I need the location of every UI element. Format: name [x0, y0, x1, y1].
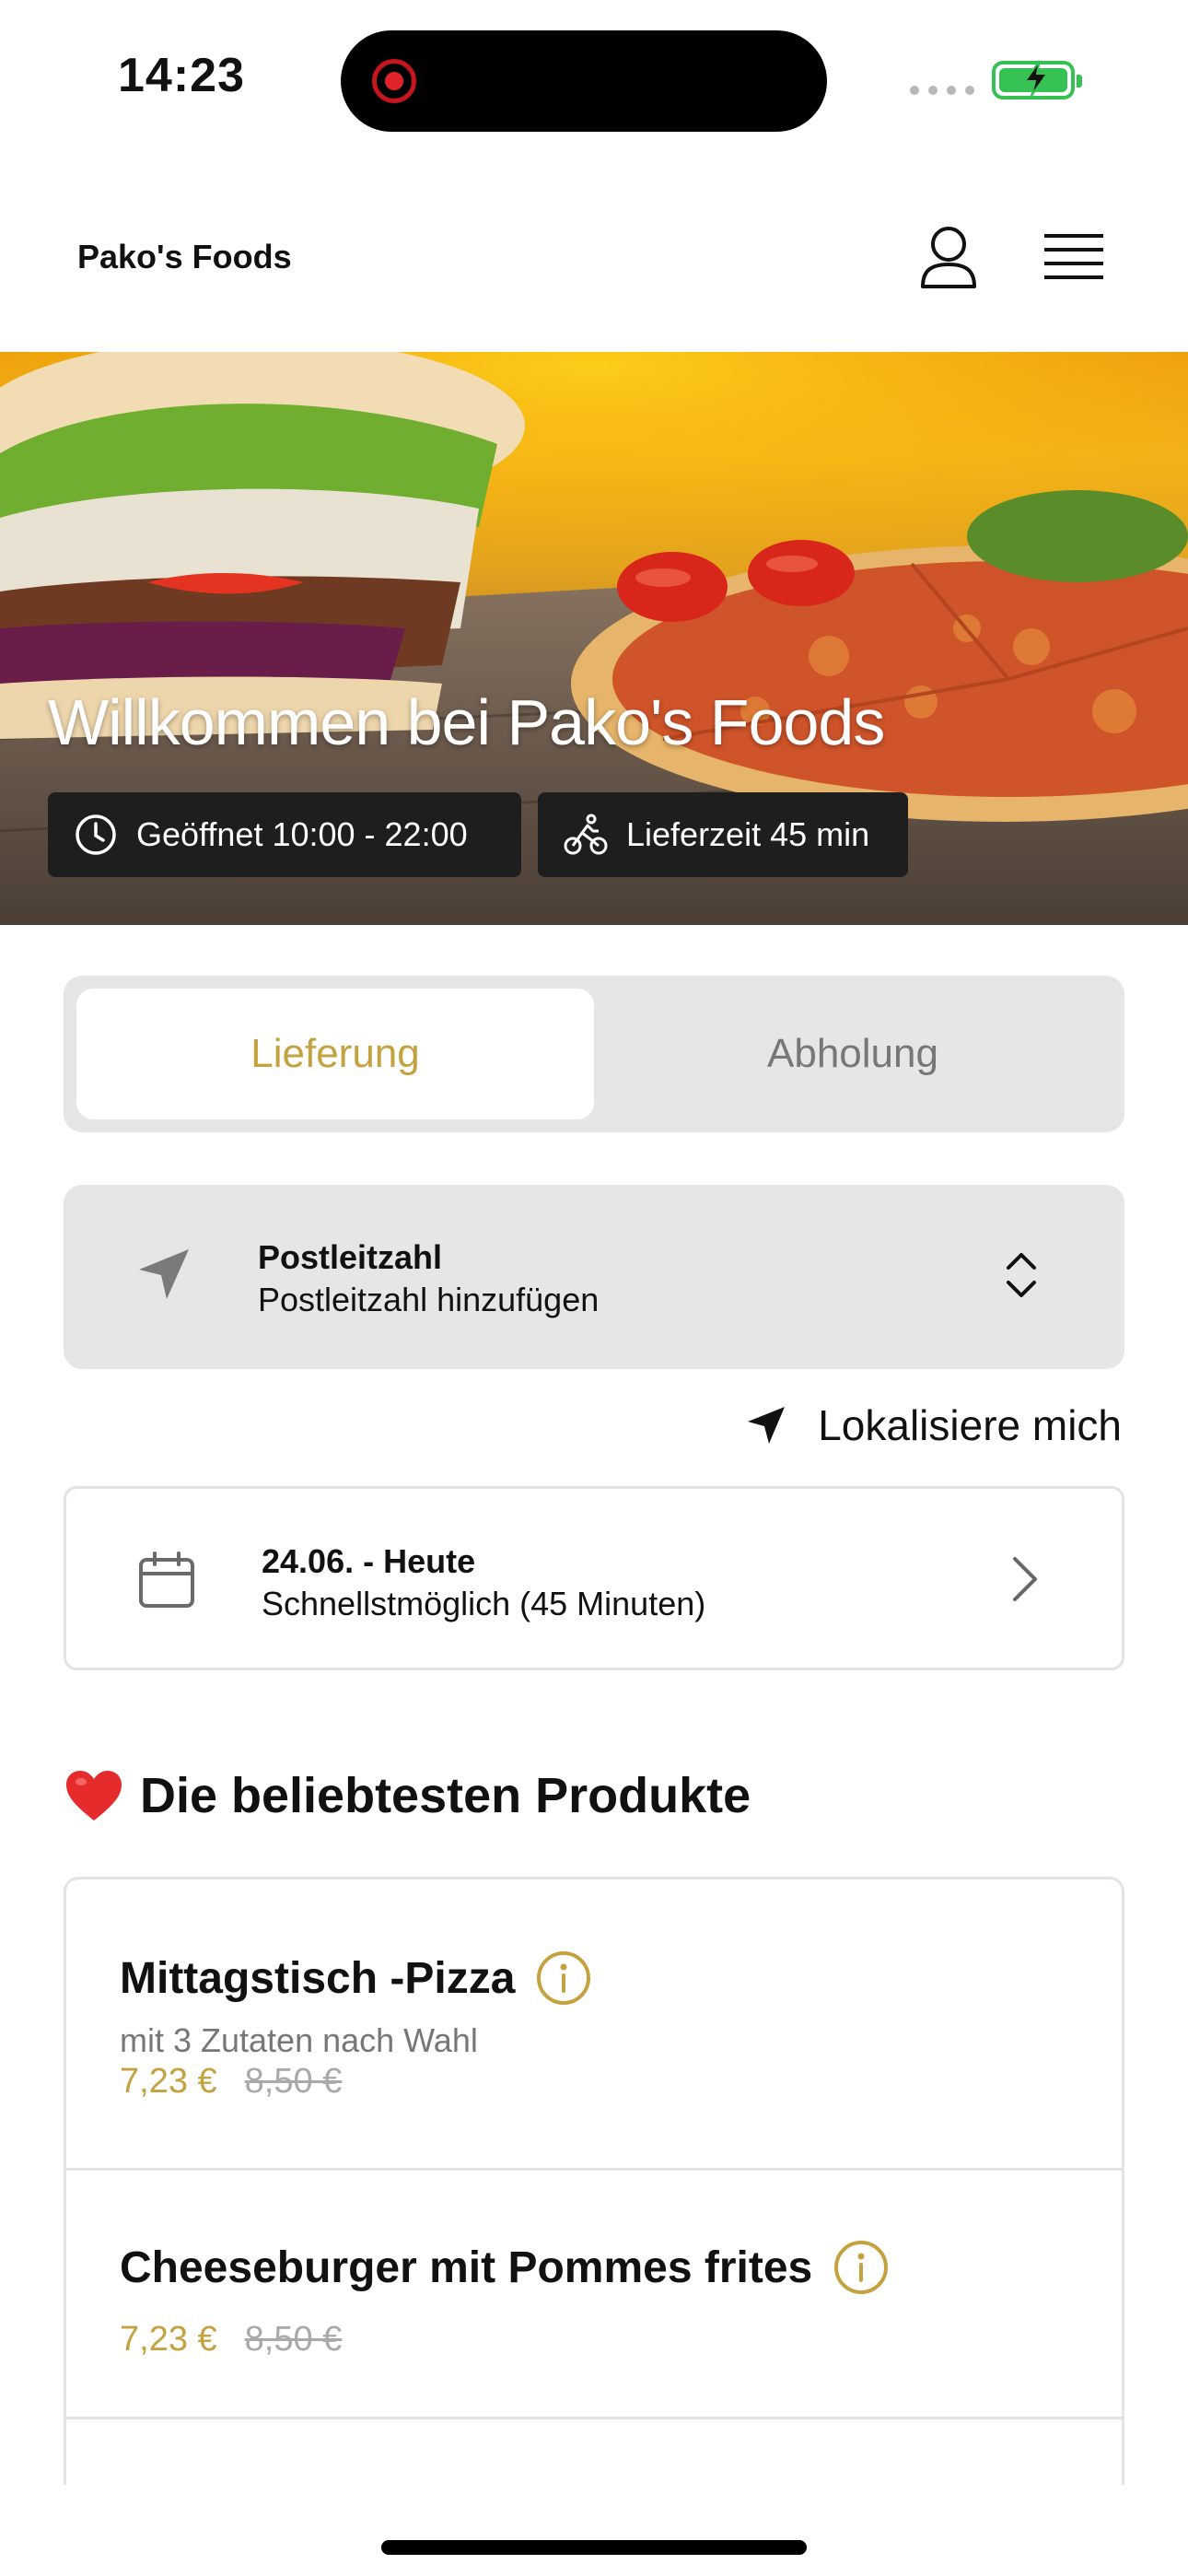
delivery-time-badge: Lieferzeit 45 min	[538, 792, 908, 877]
brand-name: Pako's Foods	[77, 238, 292, 275]
section-title-text: Die beliebtesten Produkte	[140, 1768, 751, 1823]
calendar-icon	[139, 1551, 194, 1608]
product-name: Mittagstisch -Pizza	[120, 1953, 516, 2003]
heart-icon	[66, 1771, 122, 1821]
dynamic-island	[341, 30, 827, 132]
product-price: 7,23 €	[120, 2320, 217, 2359]
location-arrow-icon	[139, 1249, 189, 1299]
date-selector[interactable]: 24.06. - Heute Schnellstmöglich (45 Minu…	[64, 1486, 1124, 1670]
product-item[interactable]: Mittagstisch -Pizza mit 3 Zutaten nach W…	[66, 1879, 1122, 2171]
user-icon	[921, 227, 976, 288]
product-old-price: 8,50 €	[244, 2320, 343, 2359]
info-icon[interactable]	[535, 1950, 592, 2007]
cyclist-icon	[564, 814, 608, 855]
product-name: Cheeseburger mit Pommes frites	[120, 2242, 813, 2292]
section-title: Die beliebtesten Produkte	[64, 1767, 751, 1824]
product-description: mit 3 Zutaten nach Wahl	[120, 2021, 478, 2059]
app-screen: 14:23 Pako's Foods Willkommen bei Pako's…	[0, 0, 1188, 2576]
menu-button[interactable]	[1042, 230, 1105, 284]
postcode-selector[interactable]: Postleitzahl Postleitzahl hinzufügen	[64, 1185, 1124, 1369]
location-arrow-icon	[748, 1407, 786, 1444]
home-indicator[interactable]	[381, 2540, 807, 2555]
product-price: 7,23 €	[120, 2062, 217, 2101]
clock-icon	[76, 814, 116, 855]
opening-hours-badge: Geöffnet 10:00 - 22:00	[48, 792, 521, 877]
locate-me-button[interactable]: Lokalisiere mich	[746, 1400, 1122, 1450]
locate-me-label: Lokalisiere mich	[818, 1401, 1122, 1449]
status-time: 14:23	[118, 49, 245, 102]
tab-delivery[interactable]: Lieferung	[76, 989, 594, 1119]
chevron-up-down-icon	[1007, 1253, 1036, 1297]
tab-pickup[interactable]: Abholung	[594, 989, 1112, 1119]
product-item[interactable]: Cheeseburger mit Pommes frites 7,23 € 8,…	[66, 2171, 1122, 2419]
hero-banner: Willkommen bei Pako's Foods Geöffnet 10:…	[0, 352, 1188, 925]
product-price-row: 7,23 € 8,50 €	[120, 2320, 342, 2359]
chevron-right-icon	[1013, 1557, 1037, 1601]
delivery-time-text: Lieferzeit 45 min	[626, 815, 870, 853]
postcode-label: Postleitzahl	[258, 1238, 443, 1276]
date-subtitle: Schnellstmöglich (45 Minuten)	[262, 1585, 706, 1622]
battery-charging-icon	[992, 60, 1082, 100]
hero-title: Willkommen bei Pako's Foods	[48, 686, 885, 758]
signal-icon	[910, 86, 974, 95]
postcode-placeholder: Postleitzahl hinzufügen	[258, 1281, 600, 1318]
recording-icon	[372, 59, 416, 103]
date-title: 24.06. - Heute	[262, 1542, 476, 1580]
hamburger-icon	[1044, 234, 1103, 279]
opening-hours-text: Geöffnet 10:00 - 22:00	[136, 815, 468, 853]
product-price-row: 7,23 € 8,50 €	[120, 2062, 342, 2102]
product-list: Mittagstisch -Pizza mit 3 Zutaten nach W…	[64, 1877, 1124, 2485]
info-icon[interactable]	[833, 2239, 890, 2296]
order-mode-toggle: Lieferung Abholung	[64, 976, 1124, 1132]
account-button[interactable]	[916, 224, 981, 290]
product-old-price: 8,50 €	[244, 2062, 343, 2101]
